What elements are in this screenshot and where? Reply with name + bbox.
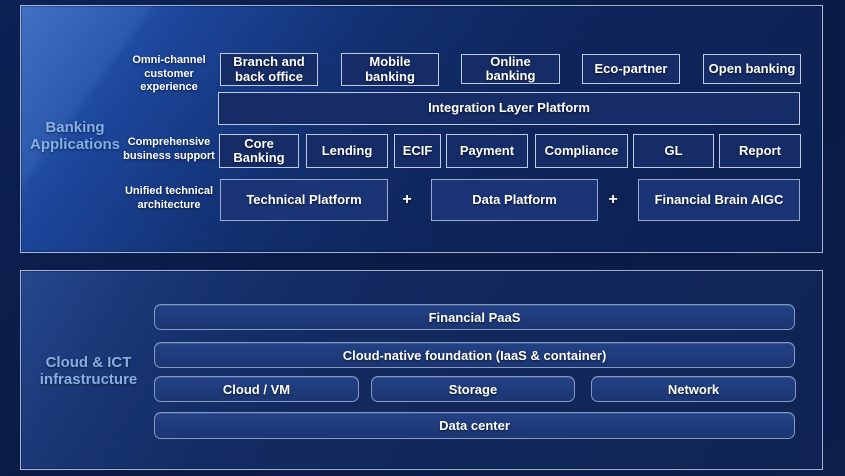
box-gl: GL (633, 134, 714, 168)
box-storage: Storage (371, 376, 575, 402)
box-online-banking: Online banking (461, 54, 560, 84)
caption-omni-line2: customer (119, 68, 219, 82)
box-financial-brain-aigc: Financial Brain AIGC (638, 179, 800, 221)
box-compliance: Compliance (535, 134, 628, 168)
caption-technical-line2: architecture (109, 199, 229, 213)
box-technical-platform: Technical Platform (220, 179, 388, 221)
banking-title-line1: Banking (21, 119, 129, 136)
box-network: Network (591, 376, 796, 402)
plus-sign-2: + (603, 190, 623, 210)
caption-technical-line1: Unified technical (109, 185, 229, 199)
caption-omni-channel-customer-experience: Omni-channel customer experience (119, 54, 219, 95)
box-lending: Lending (306, 134, 388, 168)
box-branch-and-back-office: Branch and back office (220, 53, 318, 86)
caption-unified-technical-architecture: Unified technical architecture (109, 185, 229, 212)
box-eco-partner: Eco-partner (582, 54, 680, 84)
caption-comprehensive-business-support: Comprehensive business support (109, 136, 229, 163)
plus-sign-1: + (397, 190, 417, 210)
caption-business-line2: business support (109, 150, 229, 164)
box-ecif: ECIF (394, 134, 441, 168)
cloud-panel-title: Cloud & ICT infrastructure (21, 354, 156, 388)
caption-omni-line3: experience (119, 81, 219, 95)
caption-omni-line1: Omni-channel (119, 54, 219, 68)
box-integration-layer-platform: Integration Layer Platform (218, 92, 800, 125)
box-data-center: Data center (154, 412, 795, 439)
box-financial-paas: Financial PaaS (154, 304, 795, 330)
cloud-title-line1: Cloud & ICT (21, 354, 156, 371)
box-cloud-native-foundation: Cloud-native foundation (IaaS & containe… (154, 342, 795, 368)
box-mobile-banking: Mobile banking (341, 53, 439, 86)
cloud-ict-infrastructure-panel: Cloud & ICT infrastructure Financial Paa… (20, 270, 823, 470)
cloud-title-line2: infrastructure (21, 371, 156, 388)
box-cloud-vm: Cloud / VM (154, 376, 359, 402)
caption-business-line1: Comprehensive (109, 136, 229, 150)
box-data-platform: Data Platform (431, 179, 598, 221)
box-payment: Payment (446, 134, 528, 168)
box-open-banking: Open banking (703, 54, 801, 84)
box-core-banking: Core Banking (219, 134, 299, 168)
banking-applications-panel: Banking Applications Omni-channel custom… (20, 5, 823, 253)
box-report: Report (719, 134, 801, 168)
